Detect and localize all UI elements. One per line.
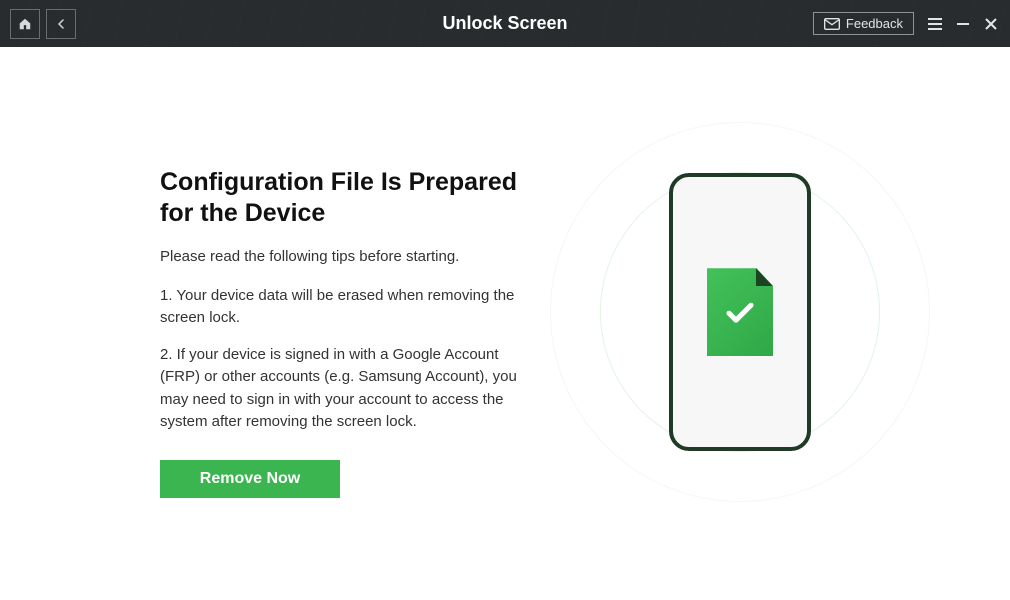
minimize-icon <box>956 17 970 31</box>
remove-now-button[interactable]: Remove Now <box>160 460 340 498</box>
close-button[interactable] <box>982 15 1000 33</box>
subheading: Please read the following tips before st… <box>160 248 540 265</box>
chevron-left-icon <box>55 17 67 31</box>
document-icon <box>707 268 773 356</box>
window-controls <box>926 15 1000 33</box>
titlebar-left-controls <box>10 9 76 39</box>
titlebar-right-controls: Feedback <box>813 12 1000 35</box>
illustration-panel <box>570 127 910 498</box>
page-title: Unlock Screen <box>442 13 567 34</box>
home-button[interactable] <box>10 9 40 39</box>
close-icon <box>984 17 998 31</box>
home-icon <box>18 17 32 31</box>
content-area: Configuration File Is Prepared for the D… <box>0 47 1010 498</box>
checkmark-icon <box>725 301 755 325</box>
feedback-label: Feedback <box>846 16 903 31</box>
tip-1: 1. Your device data will be erased when … <box>160 285 540 330</box>
heading: Configuration File Is Prepared for the D… <box>160 167 540 230</box>
minimize-button[interactable] <box>954 15 972 33</box>
titlebar: Unlock Screen Feedback <box>0 0 1010 47</box>
instructions-panel: Configuration File Is Prepared for the D… <box>160 167 540 498</box>
tip-2: 2. If your device is signed in with a Go… <box>160 344 540 434</box>
hamburger-icon <box>927 17 943 31</box>
back-button[interactable] <box>46 9 76 39</box>
mail-icon <box>824 18 840 30</box>
feedback-button[interactable]: Feedback <box>813 12 914 35</box>
menu-button[interactable] <box>926 15 944 33</box>
phone-illustration <box>669 173 811 451</box>
